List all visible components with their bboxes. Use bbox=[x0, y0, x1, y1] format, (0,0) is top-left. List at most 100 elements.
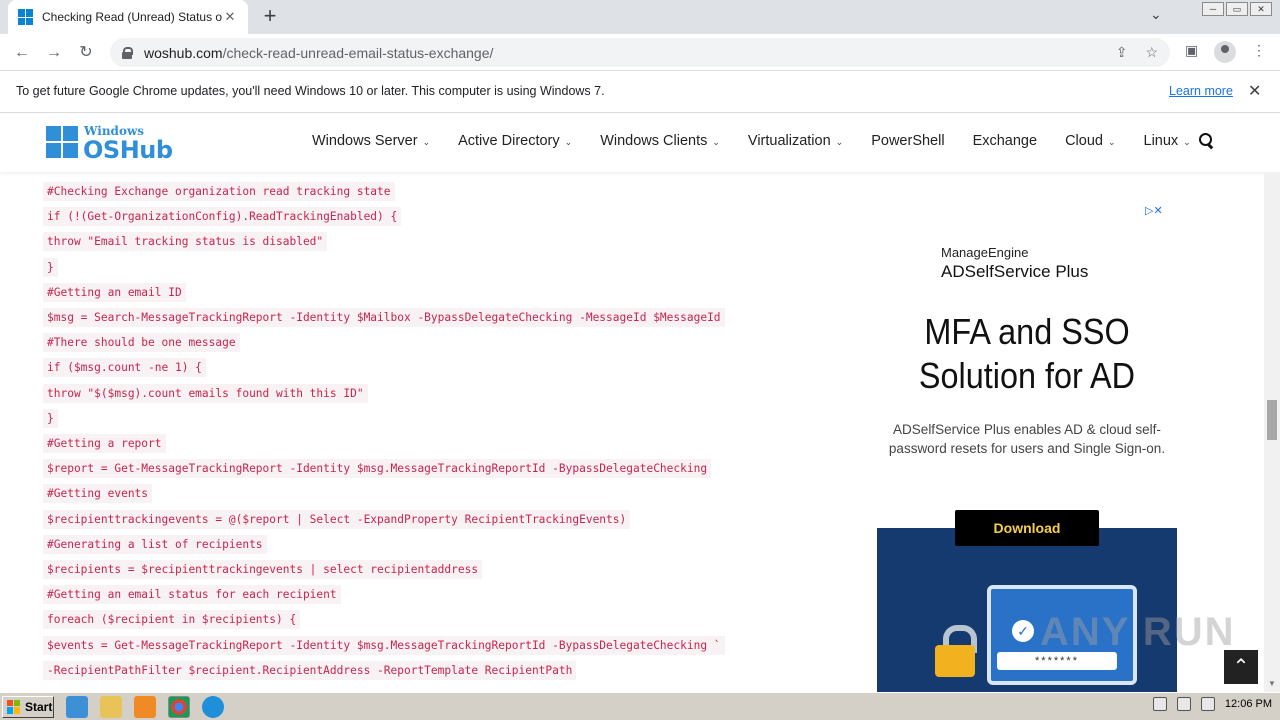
nav-linux[interactable]: Linux ⌄ bbox=[1144, 133, 1191, 149]
page-scrollbar[interactable]: ▼ bbox=[1264, 172, 1280, 692]
scroll-down-arrow-icon[interactable]: ▼ bbox=[1268, 679, 1276, 688]
ad-product-name: ADSelfService Plus bbox=[941, 262, 1089, 281]
clock[interactable]: 12:06 PM bbox=[1225, 698, 1272, 710]
internet-explorer-icon[interactable] bbox=[66, 695, 88, 718]
ad-brand-name: ManageEngine bbox=[941, 245, 1029, 260]
nav-windows-clients[interactable]: Windows Clients ⌄ bbox=[600, 133, 720, 149]
tab-search-icon[interactable]: ⌄ bbox=[1150, 6, 1162, 23]
code-line: throw "Email tracking status is disabled… bbox=[43, 232, 328, 252]
chevron-down-icon: ⌄ bbox=[835, 137, 844, 147]
nav-windows-server[interactable]: Windows Server ⌄ bbox=[312, 133, 430, 149]
code-line: -RecipientPathFilter $recipient.Recipien… bbox=[43, 660, 577, 680]
anyrun-watermark: ANY RUN bbox=[1040, 610, 1236, 654]
nav-label: Virtualization bbox=[747, 133, 831, 149]
search-icon[interactable] bbox=[1199, 133, 1215, 149]
code-line: #There should be one message bbox=[43, 333, 240, 353]
network-icon[interactable] bbox=[1176, 697, 1191, 711]
ad-headline-line: MFA and SSO bbox=[924, 311, 1130, 352]
scroll-to-top-button[interactable]: ⌃ bbox=[1224, 650, 1258, 684]
browser-toolbar: ← → ↻ woshub.com/check-read-unread-email… bbox=[0, 34, 1280, 71]
nav-cloud[interactable]: Cloud ⌄ bbox=[1065, 133, 1115, 149]
edge-icon[interactable] bbox=[202, 695, 224, 718]
ad-headline-line: Solution for AD bbox=[918, 355, 1136, 396]
windows-flag-icon bbox=[7, 699, 21, 714]
code-line: #Getting an email status for each recipi… bbox=[43, 585, 341, 605]
chrome-taskbar-icon[interactable] bbox=[168, 695, 190, 718]
main-nav: Windows Server ⌄ Active Directory ⌄ Window… bbox=[312, 133, 1219, 149]
nav-exchange[interactable]: Exchange bbox=[973, 133, 1038, 149]
code-line: $report = Get-MessageTrackingReport -Ide… bbox=[43, 459, 712, 479]
code-line: foreach ($recipient in $recipients) { bbox=[43, 610, 301, 630]
code-line: $msg = Search-MessageTrackingReport -Ide… bbox=[43, 308, 725, 327]
windows-taskbar: Start 12:06 PM bbox=[0, 692, 1280, 720]
nav-virtualization[interactable]: Virtualization ⌄ bbox=[748, 133, 843, 149]
code-line: $events = Get-MessageTrackingReport -Ide… bbox=[43, 635, 725, 655]
code-line: #Checking Exchange organization read tra… bbox=[43, 182, 395, 201]
chevron-down-icon: ⌄ bbox=[1107, 137, 1116, 147]
tab-strip: Checking Read (Unread) Status of E ✕ + ⌄… bbox=[0, 0, 1280, 34]
nav-active-directory[interactable]: Active Directory ⌄ bbox=[458, 133, 572, 149]
address-bar[interactable]: woshub.com/check-read-unread-email-statu… bbox=[110, 38, 1170, 67]
forward-icon[interactable]: → bbox=[43, 42, 65, 64]
code-line: if ($msg.count -ne 1) { bbox=[43, 358, 206, 378]
code-line: #Getting an email ID bbox=[43, 282, 186, 302]
windows-favicon-icon bbox=[18, 9, 34, 25]
browser-tab[interactable]: Checking Read (Unread) Status of E ✕ bbox=[8, 0, 248, 34]
ad-desc-line: ADSelfService Plus enables AD & cloud se… bbox=[893, 422, 1161, 437]
minimize-button[interactable]: ─ bbox=[1202, 2, 1224, 16]
share-icon[interactable]: ⇪ bbox=[1116, 44, 1128, 61]
logo-text-bottom: OSHub bbox=[83, 136, 173, 164]
url-host: woshub.com bbox=[144, 44, 223, 61]
infobar-message: To get future Google Chrome updates, you… bbox=[16, 84, 605, 98]
windows-logo-icon bbox=[46, 126, 80, 158]
code-line: #Getting events bbox=[43, 484, 153, 504]
code-line: #Generating a list of recipients bbox=[43, 534, 267, 554]
ad-download-button[interactable]: Download bbox=[955, 510, 1099, 546]
lock-icon[interactable] bbox=[122, 46, 133, 59]
update-infobar: To get future Google Chrome updates, you… bbox=[0, 71, 1280, 113]
tab-title: Checking Read (Unread) Status of E bbox=[42, 10, 222, 24]
chevron-down-icon: ⌄ bbox=[712, 137, 720, 147]
url-path: /check-read-unread-email-status-exchange… bbox=[222, 44, 494, 61]
start-button[interactable]: Start bbox=[2, 695, 54, 718]
window-controls: ─ ▭ ✕ bbox=[1202, 2, 1272, 16]
restore-button[interactable]: ▭ bbox=[1226, 2, 1248, 16]
new-tab-button[interactable]: + bbox=[258, 4, 282, 28]
nav-powershell[interactable]: PowerShell bbox=[871, 133, 944, 149]
infobar-close-icon[interactable]: ✕ bbox=[1248, 81, 1261, 101]
code-line: $recipients = $recipienttrackingevents |… bbox=[43, 560, 483, 579]
scrollbar-thumb[interactable] bbox=[1267, 400, 1277, 440]
code-line: } bbox=[43, 257, 58, 277]
back-icon[interactable]: ← bbox=[11, 42, 33, 64]
ad-desc-line: password resets for users and Single Sig… bbox=[888, 441, 1166, 456]
bookmark-star-icon[interactable]: ☆ bbox=[1145, 44, 1158, 61]
volume-icon[interactable] bbox=[1152, 697, 1167, 711]
chrome-menu-icon[interactable]: ⋮ bbox=[1252, 42, 1266, 59]
site-header: Windows OSHub Windows Server ⌄ Active Dir… bbox=[0, 114, 1280, 172]
chevron-down-icon: ⌄ bbox=[422, 137, 431, 147]
start-label: Start bbox=[25, 699, 53, 714]
nav-label: Exchange bbox=[972, 133, 1038, 149]
nav-label: Windows Server bbox=[312, 133, 418, 149]
side-panel-icon[interactable]: ▣ bbox=[1185, 42, 1198, 59]
tab-close-icon[interactable]: ✕ bbox=[222, 9, 238, 25]
media-player-icon[interactable] bbox=[134, 695, 156, 718]
code-line: $recipienttrackingevents = @($report | S… bbox=[43, 509, 631, 529]
profile-avatar-icon[interactable] bbox=[1214, 41, 1236, 63]
learn-more-link[interactable]: Learn more bbox=[1169, 84, 1233, 98]
ad-headline: MFA and SSO Solution for AD bbox=[892, 310, 1162, 398]
code-line: } bbox=[43, 408, 58, 428]
nav-label: Windows Clients bbox=[600, 133, 708, 149]
nav-label: Linux bbox=[1143, 133, 1179, 149]
code-line: if (!(Get-OrganizationConfig).ReadTracki… bbox=[43, 207, 402, 227]
nav-label: PowerShell bbox=[871, 133, 945, 149]
nav-label: Cloud bbox=[1065, 133, 1103, 149]
reload-icon[interactable]: ↻ bbox=[75, 42, 97, 64]
adchoices-icon[interactable]: ▷✕ bbox=[1145, 204, 1163, 217]
ad-description: ADSelfService Plus enables AD & cloud se… bbox=[877, 420, 1177, 458]
action-center-flag-icon[interactable] bbox=[1200, 697, 1215, 711]
file-explorer-icon[interactable] bbox=[100, 695, 122, 718]
close-window-button[interactable]: ✕ bbox=[1250, 2, 1272, 16]
site-logo[interactable]: Windows OSHub bbox=[46, 124, 186, 164]
nav-label: Active Directory bbox=[458, 133, 560, 149]
